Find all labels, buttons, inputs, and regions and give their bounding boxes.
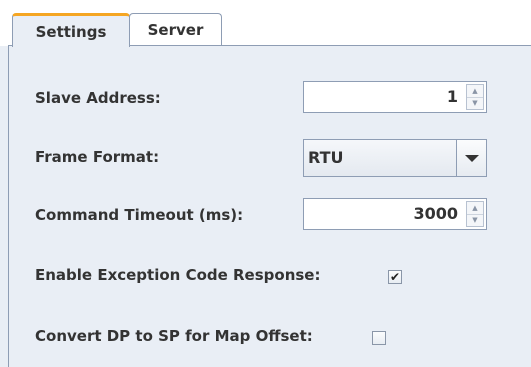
decrement-arrow-icon[interactable]: ▼ xyxy=(467,214,483,226)
command-timeout-label: Command Timeout (ms): xyxy=(35,206,244,224)
slave-address-value[interactable]: 1 xyxy=(447,82,458,112)
exception-response-checkbox[interactable]: ✔ xyxy=(388,270,402,284)
tab-server[interactable]: Server xyxy=(129,13,222,45)
checkmark-icon: ✔ xyxy=(389,270,401,284)
frame-format-dropdown[interactable]: RTU xyxy=(303,139,487,177)
frame-format-label: Frame Format: xyxy=(35,148,160,166)
command-timeout-value[interactable]: 3000 xyxy=(413,199,458,229)
frame-format-value: RTU xyxy=(308,148,344,167)
convert-dp-label: Convert DP to SP for Map Offset: xyxy=(35,327,313,345)
slave-address-stepper[interactable]: ▲ ▼ xyxy=(466,84,484,110)
tab-strip: Settings Server xyxy=(0,0,531,47)
decrement-arrow-icon[interactable]: ▼ xyxy=(467,97,483,109)
tab-settings-label: Settings xyxy=(35,22,107,41)
convert-dp-checkbox[interactable] xyxy=(372,331,386,345)
slave-address-label: Slave Address: xyxy=(35,89,161,107)
tab-settings[interactable]: Settings xyxy=(12,13,130,47)
exception-response-label: Enable Exception Code Response: xyxy=(35,266,321,284)
command-timeout-spinner[interactable]: 3000 ▲ ▼ xyxy=(303,198,487,230)
command-timeout-stepper[interactable]: ▲ ▼ xyxy=(466,201,484,227)
dropdown-arrow-icon[interactable] xyxy=(456,140,486,176)
slave-address-spinner[interactable]: 1 ▲ ▼ xyxy=(303,81,487,113)
tab-server-label: Server xyxy=(147,20,204,39)
